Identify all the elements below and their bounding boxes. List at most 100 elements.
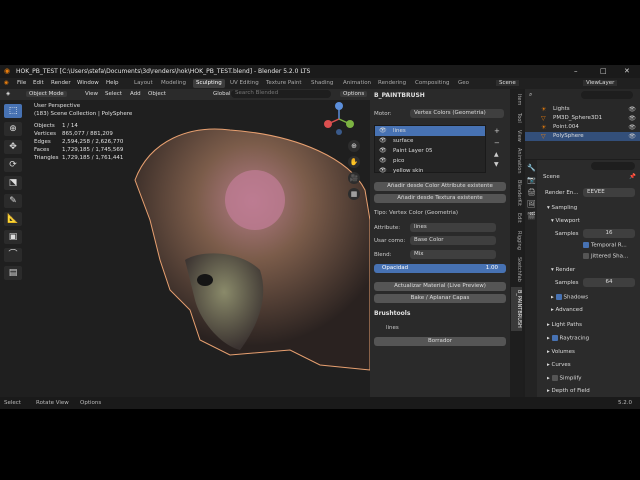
use-as-dropdown[interactable]: Base Color <box>410 236 496 245</box>
tab-animation[interactable]: Animation <box>511 147 522 175</box>
3d-viewport[interactable]: ⬚ ⊕ ✥ ⟳ ⬔ ✎ 📐 ▣ ⌒ ▤ User Perspective (18… <box>0 100 370 397</box>
tool-tab-icon[interactable]: 🔧 <box>527 164 536 172</box>
visibility-icon[interactable]: 👁 <box>628 132 636 141</box>
editor-type-icon[interactable]: ◈ <box>6 91 10 97</box>
list-item[interactable]: ▽ PolySphere 👁 <box>525 132 640 141</box>
blend-dropdown[interactable]: Mix <box>410 250 496 259</box>
maximize-button[interactable]: □ <box>600 67 607 75</box>
tab-rigging[interactable]: Rigging <box>511 229 522 251</box>
tab-item[interactable]: Item <box>511 93 522 107</box>
viewport-samples-field[interactable]: 16 <box>583 229 635 238</box>
workspace-tab-modeling[interactable]: Modeling <box>161 80 186 86</box>
close-button[interactable]: ✕ <box>624 67 630 75</box>
erase-button[interactable]: Borrador <box>374 337 506 346</box>
shadows-subpanel-header[interactable]: ▸ Shadows <box>551 294 588 301</box>
navigation-gizmo[interactable] <box>322 102 356 136</box>
viewport-subpanel-header[interactable]: ▾ Viewport <box>551 218 580 224</box>
ortho-grid-icon[interactable]: ▦ <box>348 188 360 200</box>
orientation-selector[interactable]: Global <box>213 91 231 97</box>
workspace-tab-shading[interactable]: Shading <box>311 80 333 86</box>
visibility-icon[interactable]: 👁 <box>628 123 636 132</box>
header-menu-object[interactable]: Object <box>148 91 166 97</box>
workspace-tab-layout[interactable]: Layout <box>134 80 153 86</box>
workspace-tab-geo[interactable]: Geo <box>458 80 469 86</box>
visibility-icon[interactable]: 👁 <box>628 114 636 123</box>
add-from-color-attribute-button[interactable]: Añadir desde Color Attribute existente <box>374 182 506 191</box>
menu-help[interactable]: Help <box>106 80 119 86</box>
tab-sketchfab[interactable]: Sketchfab <box>511 255 522 283</box>
depth-of-field-panel-header[interactable]: ▸ Depth of Field <box>547 388 590 394</box>
view-layer-tab-icon[interactable]: 🖼 <box>527 200 536 208</box>
menu-render[interactable]: Render <box>51 80 71 86</box>
list-item[interactable]: 👁 yellow skin <box>375 166 485 176</box>
render-samples-field[interactable]: 64 <box>583 278 635 287</box>
add-from-texture-button[interactable]: Añadir desde Textura existente <box>374 194 506 203</box>
select-tool-icon[interactable]: ⬚ <box>4 104 22 118</box>
pan-hand-icon[interactable]: ✋ <box>348 156 360 168</box>
render-engine-dropdown[interactable]: EEVEE <box>583 188 635 197</box>
motor-dropdown[interactable]: Vertex Colors (Geometria) <box>410 109 504 118</box>
camera-view-icon[interactable]: 🎥 <box>348 172 360 184</box>
eye-icon[interactable]: 👁 <box>379 166 387 176</box>
volumes-panel-header[interactable]: ▸ Volumes <box>547 349 575 355</box>
remove-layer-icon[interactable]: − <box>494 139 500 147</box>
render-subpanel-header[interactable]: ▾ Render <box>551 267 575 273</box>
move-up-icon[interactable]: ▲ <box>494 151 499 158</box>
add-cube-tool-icon[interactable]: ▣ <box>4 230 22 244</box>
workspace-tab-rendering[interactable]: Rendering <box>378 80 406 86</box>
workspace-tab-compositing[interactable]: Compositing <box>415 80 449 86</box>
minimize-button[interactable]: – <box>574 67 578 75</box>
workspace-tab-sculpting[interactable]: Sculpting <box>193 79 225 88</box>
zoom-icon[interactable]: ⊕ <box>348 140 360 152</box>
list-item[interactable]: ☀ Point.004 👁 <box>525 123 640 132</box>
measure-tool-icon[interactable]: 📐 <box>4 212 22 226</box>
advanced-subpanel-header[interactable]: ▸ Advanced <box>551 307 583 313</box>
tab-blenderkit[interactable]: BlenderKit <box>511 179 522 207</box>
output-tab-icon[interactable]: 🖨 <box>527 188 536 196</box>
workspace-tab-animation[interactable]: Animation <box>343 80 371 86</box>
list-item[interactable]: ▽ PM3D_Sphere3D1 👁 <box>525 114 640 123</box>
menu-file[interactable]: File <box>17 80 26 86</box>
pin-icon[interactable]: 📌 <box>629 174 636 180</box>
update-material-button[interactable]: Actualizar Material (Live Preview) <box>374 282 506 291</box>
tab-tool[interactable]: Tool <box>511 111 522 125</box>
move-tool-icon[interactable]: ✥ <box>4 140 22 154</box>
list-item[interactable]: 👁 lines <box>375 126 485 136</box>
list-item[interactable]: 👁 Paint Layer 05 <box>375 146 485 156</box>
workspace-tab-uv-editing[interactable]: UV Editing <box>230 80 259 86</box>
scene-selector[interactable]: Scene <box>496 80 519 86</box>
filter-icon[interactable]: ⌕ <box>529 91 532 99</box>
eye-icon[interactable]: 👁 <box>379 126 387 136</box>
brushtools-header[interactable]: Brushtools <box>374 310 506 317</box>
cursor-tool-icon[interactable]: ⊕ <box>4 122 22 136</box>
opacity-slider[interactable]: Opacidad 1.00 <box>374 264 506 273</box>
raytracing-panel-header[interactable]: ▸ Raytracing <box>547 335 589 342</box>
layer-list[interactable]: 👁 lines 👁 surface 👁 Paint Layer 05 👁 pico 👁 y… <box>374 125 486 176</box>
scale-tool-icon[interactable]: ⬔ <box>4 176 22 190</box>
sampling-panel-header[interactable]: ▾ Sampling <box>547 205 577 211</box>
view-layer-selector[interactable]: ViewLayer <box>583 80 618 86</box>
render-tab-icon[interactable]: 📷 <box>527 176 536 184</box>
eye-icon[interactable]: 👁 <box>379 146 387 156</box>
eye-icon[interactable]: 👁 <box>379 136 387 146</box>
header-menu-view[interactable]: View <box>85 91 98 97</box>
tab-view[interactable]: View <box>511 129 522 143</box>
list-item[interactable]: ☀ Lights 👁 <box>525 105 640 114</box>
bake-button[interactable]: Bake / Aplanar Capas <box>374 294 506 303</box>
simplify-panel-header[interactable]: ▸ Simplify <box>547 375 582 382</box>
scene-tab-icon[interactable]: 🎬 <box>527 212 536 220</box>
workspace-tab-texture-paint[interactable]: Texture Paint <box>266 80 302 86</box>
mode-selector[interactable]: Object Mode <box>26 91 67 97</box>
list-item[interactable]: 👁 pico <box>375 156 485 166</box>
outliner-search-input[interactable] <box>581 91 633 99</box>
attribute-field[interactable]: lines <box>410 223 496 232</box>
jittered-shadows-checkbox[interactable]: Jittered Sha... <box>583 253 628 260</box>
move-down-icon[interactable]: ▼ <box>494 161 499 168</box>
eye-icon[interactable]: 👁 <box>379 156 387 166</box>
header-menu-add[interactable]: Add <box>130 91 141 97</box>
visibility-icon[interactable]: 👁 <box>628 105 636 114</box>
annotate-tool-icon[interactable]: ✎ <box>4 194 22 208</box>
temporal-reprojection-checkbox[interactable]: Temporal R... <box>583 242 627 249</box>
properties-search-input[interactable] <box>591 162 635 170</box>
add-layer-icon[interactable]: + <box>494 127 500 135</box>
